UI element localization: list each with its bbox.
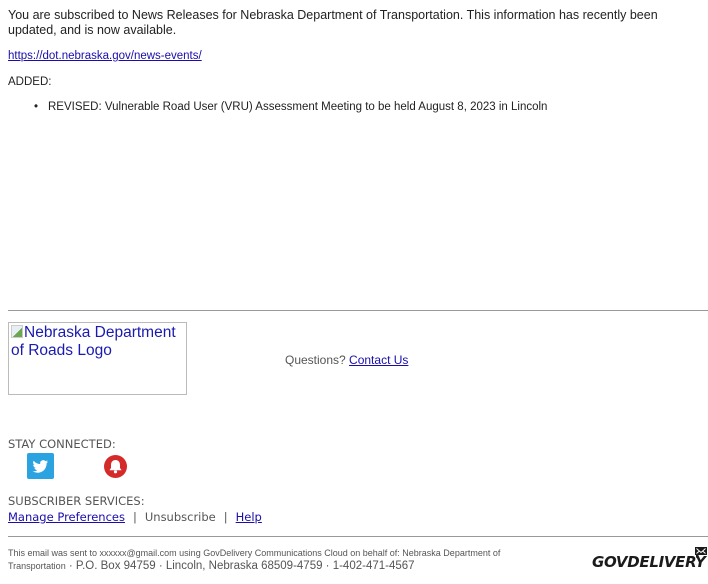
bell-icon[interactable] — [104, 455, 127, 478]
footer-line-2-small: Transportation — [8, 561, 66, 571]
intro-text: You are subscribed to News Releases for … — [8, 8, 658, 37]
broken-image-icon — [11, 325, 23, 338]
help-link[interactable]: Help — [236, 510, 262, 524]
footer-address: · P.O. Box 94759 · Lincoln, Nebraska 685… — [65, 560, 415, 572]
stay-connected-label: STAY CONNECTED: — [8, 437, 116, 451]
contact-us-link[interactable]: Contact Us — [349, 353, 408, 367]
list-item: • REVISED: Vulnerable Road User (VRU) As… — [34, 101, 548, 113]
subscriber-links: Manage Preferences | Unsubscribe | Help — [8, 510, 262, 524]
divider — [8, 310, 708, 311]
bullet-icon: • — [34, 101, 39, 113]
separator: | — [132, 510, 137, 524]
logo-alt-text: Nebraska Department of Roads Logo — [11, 324, 176, 359]
news-list: • REVISED: Vulnerable Road User (VRU) As… — [34, 101, 548, 113]
divider — [8, 536, 708, 537]
footer-line-1: This email was sent to xxxxxx@gmail.com … — [8, 548, 501, 558]
subscriber-services-label: SUBSCRIBER SERVICES: — [8, 494, 145, 508]
envelope-icon — [695, 547, 707, 558]
manage-preferences-link[interactable]: Manage Preferences — [8, 510, 125, 524]
questions-label: Questions? — [285, 353, 346, 367]
list-item-text: REVISED: Vulnerable Road User (VRU) Asse… — [48, 101, 548, 113]
unsubscribe-text[interactable]: Unsubscribe — [145, 510, 216, 524]
questions: Questions? Contact Us — [285, 353, 408, 367]
footer-text: This email was sent to xxxxxx@gmail.com … — [8, 547, 578, 573]
added-label: ADDED: — [8, 76, 52, 88]
separator: | — [223, 510, 228, 524]
govdelivery-logo: GOVDELIVERY — [592, 553, 706, 571]
twitter-icon[interactable] — [27, 453, 54, 479]
logo-image: Nebraska Department of Roads Logo — [8, 322, 187, 395]
news-events-link[interactable]: https://dot.nebraska.gov/news-events/ — [8, 50, 202, 62]
